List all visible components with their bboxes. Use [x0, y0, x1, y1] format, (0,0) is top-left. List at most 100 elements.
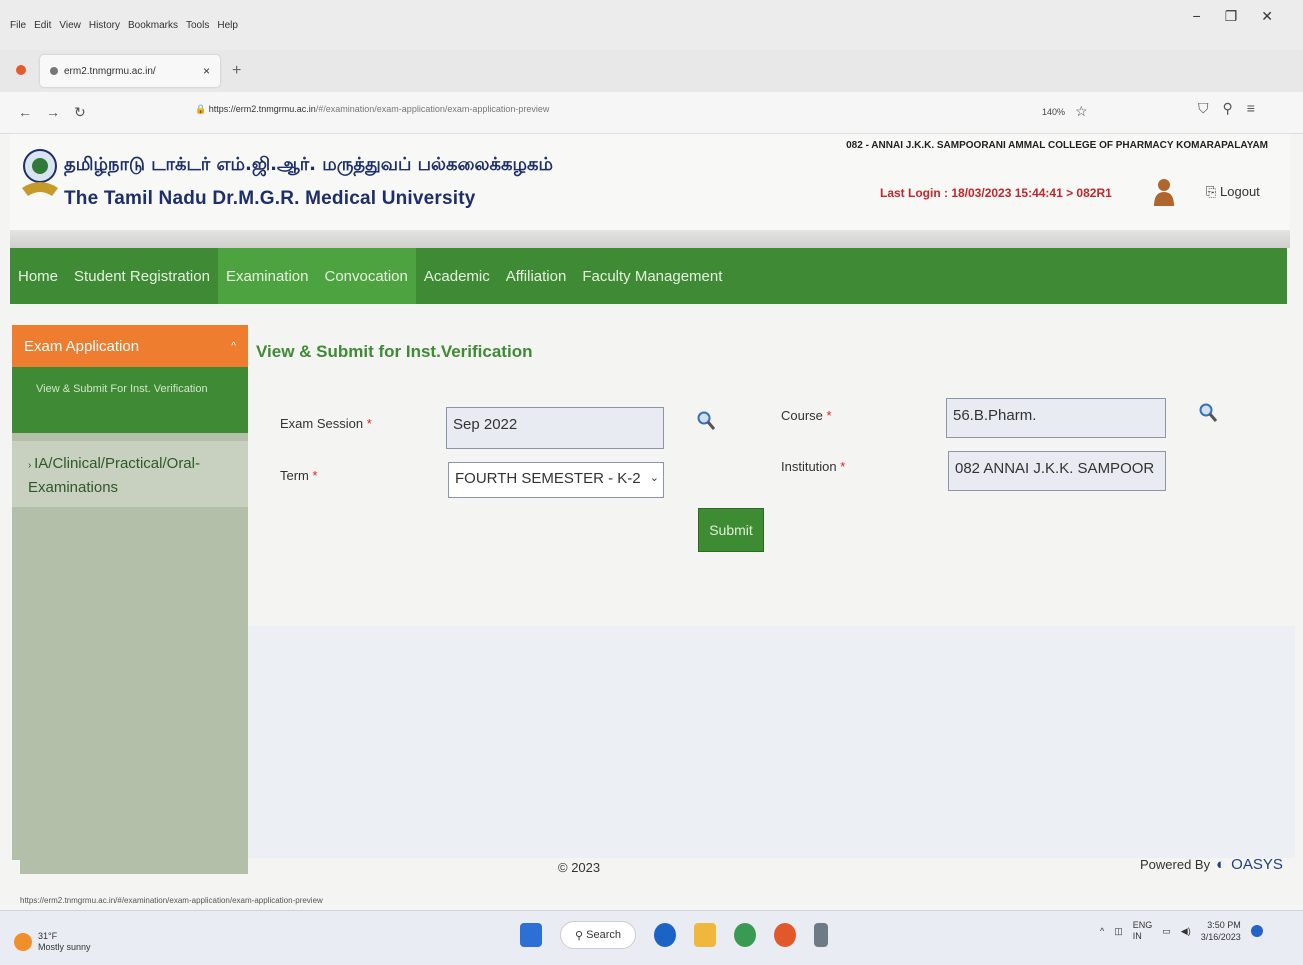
user-icon[interactable]: [1153, 178, 1175, 206]
course-search-icon[interactable]: [1198, 402, 1218, 424]
weather-sun-icon[interactable]: [14, 933, 32, 951]
menu-edit[interactable]: Edit: [34, 20, 51, 31]
exam-session-label-text: Exam Session: [280, 416, 364, 431]
weather-widget[interactable]: 31°F Mostly sunny: [38, 931, 91, 953]
course-field[interactable]: 56.B.Pharm.: [946, 398, 1166, 438]
network-icon[interactable]: ◫: [1114, 926, 1123, 937]
back-icon[interactable]: ←: [18, 104, 32, 121]
reload-icon[interactable]: ↻: [74, 104, 86, 121]
tray-chevron-icon[interactable]: ^: [1100, 926, 1104, 936]
menu-file[interactable]: File: [10, 20, 26, 31]
zoom-level: 140%: [1042, 106, 1066, 117]
taskbar-apps: ⚲ Search: [520, 921, 828, 949]
header-divider: [10, 230, 1290, 248]
exam-session-search-icon[interactable]: [696, 410, 716, 432]
institution-label: Institution *: [781, 459, 845, 474]
required-mark: *: [366, 416, 372, 431]
nav-affiliation[interactable]: Affiliation: [498, 248, 575, 304]
nav-academic[interactable]: Academic: [416, 248, 498, 304]
sidebar-item-ia-exams[interactable]: › IA/Clinical/Practical/Oral-Examination…: [12, 441, 248, 507]
submit-button[interactable]: Submit: [698, 508, 764, 552]
vendor-name: OASYS: [1231, 856, 1283, 873]
taskbar-search[interactable]: ⚲ Search: [560, 921, 636, 949]
nav-home[interactable]: Home: [10, 248, 66, 304]
menu-items: File Edit View History Bookmarks Tools H…: [10, 20, 238, 31]
sidebar-section-exam-application[interactable]: Exam Application ^: [12, 325, 248, 367]
zoom-indicator[interactable]: 140% ☆: [1042, 103, 1088, 120]
university-logo-icon: [22, 149, 58, 196]
app-icon[interactable]: [814, 923, 828, 947]
start-icon[interactable]: [520, 923, 542, 947]
page-title: View & Submit for Inst.Verification: [256, 342, 533, 361]
required-mark: *: [826, 408, 832, 423]
powered-by-label: Powered By: [1140, 857, 1211, 872]
time: 3:50 PM: [1207, 920, 1241, 930]
exam-session-field[interactable]: Sep 2022: [446, 407, 664, 449]
notification-icon[interactable]: [1250, 925, 1263, 937]
volume-icon[interactable]: ◀): [1181, 926, 1191, 937]
menu-tools[interactable]: Tools: [186, 20, 209, 31]
lock-icon: 🔒: [195, 104, 209, 114]
tab-close-icon[interactable]: ×: [203, 64, 210, 78]
favicon-icon: [50, 67, 58, 75]
language-indicator[interactable]: ENG IN: [1133, 920, 1153, 942]
logout-icon: ⎘: [1206, 184, 1217, 199]
tab-title: erm2.tnmgrmu.ac.in/: [64, 65, 156, 77]
navigation-bar: ← → ↻ 🔒 https://erm2.tnmgrmu.ac.in/#/exa…: [0, 92, 1303, 134]
maximize-button[interactable]: ❐: [1225, 8, 1238, 25]
term-label-text: Term: [280, 468, 309, 483]
chevron-down-icon: ⌄: [649, 472, 659, 484]
sidebar-footer-strip: [20, 860, 248, 874]
course-label: Course *: [781, 408, 832, 423]
clock[interactable]: 3:50 PM 3/16/2023: [1201, 919, 1241, 943]
forward-icon[interactable]: →: [46, 104, 60, 121]
college-name: 082 - ANNAI J.K.K. SAMPOORANI AMMAL COLL…: [846, 140, 1268, 151]
nav-faculty-management[interactable]: Faculty Management: [574, 248, 730, 304]
required-mark: *: [840, 459, 846, 474]
powered-by: Powered By ◐ OASYS: [1140, 856, 1283, 873]
course-label-text: Course: [781, 408, 823, 423]
hamburger-menu-icon[interactable]: ≡: [1247, 100, 1255, 117]
copyright: © 2023: [558, 860, 601, 875]
sidebar: Exam Application ^ View & Submit For Ins…: [12, 325, 248, 860]
sidebar-item-view-submit[interactable]: View & Submit For Inst. Verification: [12, 367, 248, 433]
close-window-button[interactable]: ✕: [1261, 8, 1273, 25]
menu-bookmarks[interactable]: Bookmarks: [128, 20, 178, 31]
institution-field[interactable]: 082 ANNAI J.K.K. SAMPOOR: [948, 451, 1166, 491]
logout-link[interactable]: ⎘ Logout: [1206, 184, 1260, 200]
extensions-icon[interactable]: ⚲: [1223, 100, 1233, 117]
wifi-icon[interactable]: ▭: [1162, 926, 1171, 937]
address-bar[interactable]: 🔒 https://erm2.tnmgrmu.ac.in/#/examinati…: [195, 104, 549, 115]
status-bar-url: https://erm2.tnmgrmu.ac.in/#/examination…: [20, 896, 323, 905]
nav-examination[interactable]: Examination: [217, 248, 317, 304]
minimize-button[interactable]: −: [1193, 8, 1201, 25]
logout-label: Logout: [1220, 184, 1260, 199]
new-tab-icon[interactable]: +: [232, 62, 241, 80]
pocket-icon[interactable]: ⛉: [1198, 100, 1209, 117]
weather-condition: Mostly sunny: [38, 942, 91, 952]
nav-student-registration[interactable]: Student Registration: [66, 248, 218, 304]
cortana-icon[interactable]: [654, 923, 676, 947]
chrome-icon[interactable]: [734, 923, 756, 947]
menu-history[interactable]: History: [89, 20, 120, 31]
file-explorer-icon[interactable]: [694, 923, 716, 947]
main-nav: Home Student Registration Examination Co…: [10, 248, 1287, 304]
menu-help[interactable]: Help: [217, 20, 238, 31]
exam-session-label: Exam Session *: [280, 416, 372, 431]
nav-convocation[interactable]: Convocation: [316, 248, 416, 304]
firefox-icon: [16, 65, 26, 75]
tab-strip: erm2.tnmgrmu.ac.in/ × +: [0, 50, 1303, 92]
bookmark-star-icon[interactable]: ☆: [1075, 103, 1088, 120]
oasys-logo-icon: ◐: [1216, 856, 1226, 873]
last-login: Last Login : 18/03/2023 15:44:41 > 082R1: [880, 186, 1112, 200]
menu-view[interactable]: View: [59, 20, 81, 31]
term-value: FOURTH SEMESTER - K-2: [455, 470, 641, 487]
term-label: Term *: [280, 468, 318, 483]
required-mark: *: [312, 468, 318, 483]
toolbar-icons: ⛉ ⚲ ≡: [1198, 100, 1255, 117]
search-label: Search: [586, 929, 621, 941]
firefox-taskbar-icon[interactable]: [774, 923, 796, 947]
term-select[interactable]: FOURTH SEMESTER - K-2 ⌄: [448, 462, 664, 498]
sidebar-item-label: IA/Clinical/Practical/Oral-Examinations: [28, 455, 200, 496]
browser-tab[interactable]: erm2.tnmgrmu.ac.in/ ×: [40, 55, 220, 87]
